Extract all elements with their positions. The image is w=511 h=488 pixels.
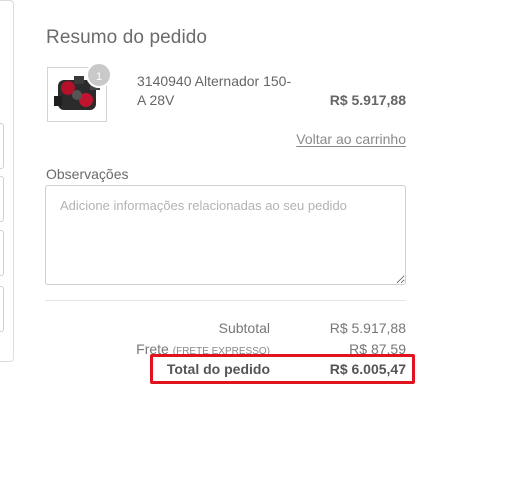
subtotal-value: R$ 5.917,88 [329, 320, 406, 336]
quantity-badge: 1 [86, 62, 112, 88]
form-field-edge[interactable] [0, 286, 4, 332]
form-field-edge[interactable] [0, 176, 4, 222]
subtotal-label: Subtotal [218, 320, 270, 336]
summary-divider [45, 300, 406, 301]
back-to-cart-link[interactable]: Voltar ao carrinho [250, 131, 406, 147]
notes-label: Observações [46, 166, 129, 182]
total-highlight-box [150, 354, 415, 384]
form-field-edge[interactable] [0, 230, 4, 276]
product-price: R$ 5.917,88 [329, 92, 406, 108]
order-summary-title: Resumo do pedido [46, 27, 208, 48]
notes-textarea[interactable] [45, 185, 406, 285]
product-name: 3140940 Alternador 150-A 28V [137, 73, 292, 108]
form-field-edge[interactable] [0, 123, 4, 169]
